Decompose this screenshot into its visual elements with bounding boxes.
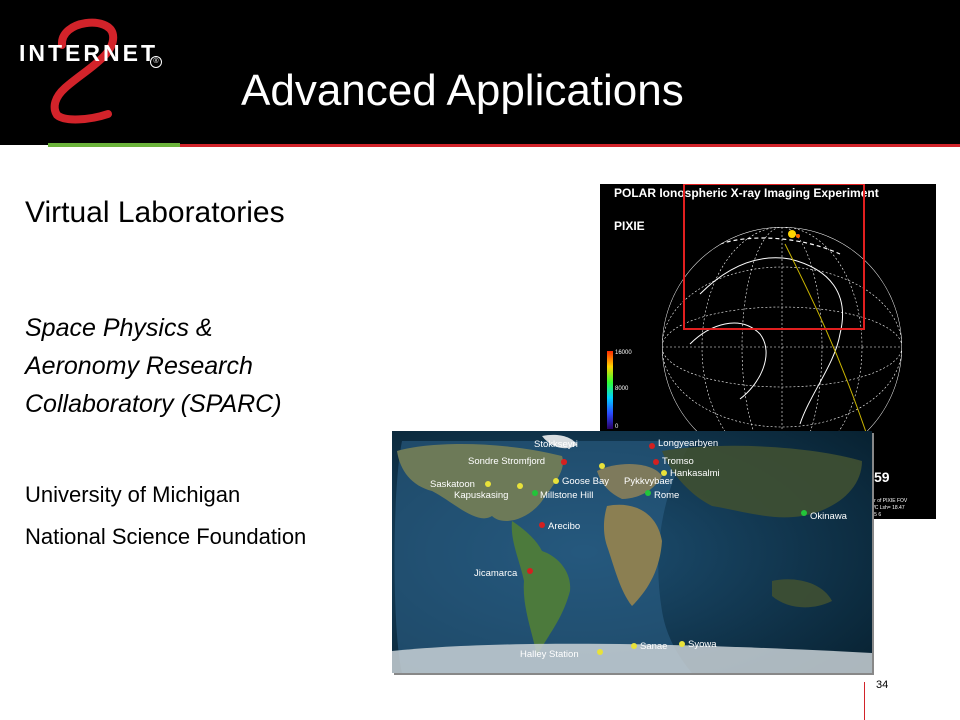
project-line: Space Physics & [25,314,213,342]
polar-corner-number: 59 [874,469,890,485]
site-marker [653,459,659,465]
site-label: Millstone Hill [540,490,593,501]
header-rule-red [180,144,960,147]
site-label: Syowa [688,639,717,650]
site-marker [485,481,491,487]
site-label: Sondre Stromfjord [468,456,545,467]
site-label: Jicamarca [474,568,518,579]
site-label: Okinawa [810,511,848,522]
site-marker [532,490,538,496]
registered-mark: ® [150,56,162,68]
site-marker [527,568,533,574]
project-name: Space Physics & Aeronomy Research Collab… [25,309,282,423]
polar-instrument: PIXIE [614,219,645,233]
polar-footnote: ter of PIXIE FOV [870,498,908,504]
site-marker [597,649,603,655]
scale-label: 0 [615,424,619,430]
site-label: Longyearbyen [658,438,718,449]
site-label: Stokkseyri [534,439,578,450]
slide-title: Advanced Applications [241,66,684,115]
site-label: Halley Station [520,649,579,660]
site-label: Hankasalmi [670,468,720,479]
site-marker [645,490,651,496]
site-marker [631,643,637,649]
scale-label: 16000 [615,350,632,356]
footer-divider [864,682,865,720]
site-marker [801,510,807,516]
site-label: Pykkvybaer [624,476,673,487]
page-number: 34 [876,679,889,691]
header-rule-green [48,143,180,147]
site-marker [517,483,523,489]
site-label: Arecibo [548,521,580,532]
site-label: Tromso [662,456,694,467]
internet2-logo [10,10,180,130]
site-marker [561,459,567,465]
site-marker [679,641,685,647]
logo-wordmark: INTERNET [19,40,158,66]
site-label: Saskatoon [430,479,475,490]
site-marker [649,443,655,449]
project-line: Collaboratory (SPARC) [25,390,282,418]
header-bar: INTERNET ® Advanced Applications [0,0,960,145]
logo-swoosh-2-icon [50,18,118,124]
university-credit: University of Michigan [25,482,241,507]
scale-label: 8000 [615,386,629,392]
project-line: Aeronomy Research [25,352,253,380]
world-map-image: Stokkseyri Longyearbyen Sondre Stromfjord T… [392,431,872,673]
site-label: Rome [654,490,679,501]
site-marker [599,463,605,469]
site-label: Sanae [640,641,667,652]
site-label: Kapuskasing [454,490,508,501]
site-marker [553,478,559,484]
site-marker [539,522,545,528]
foundation-credit: National Science Foundation [25,524,307,549]
polar-footnote: S/C Lsh= 18.47 [870,505,905,511]
polar-title: POLAR Ionospheric X-ray Imaging Experime… [614,186,879,200]
subtitle: Virtual Laboratories [25,196,285,229]
site-label: Goose Bay [562,476,609,487]
